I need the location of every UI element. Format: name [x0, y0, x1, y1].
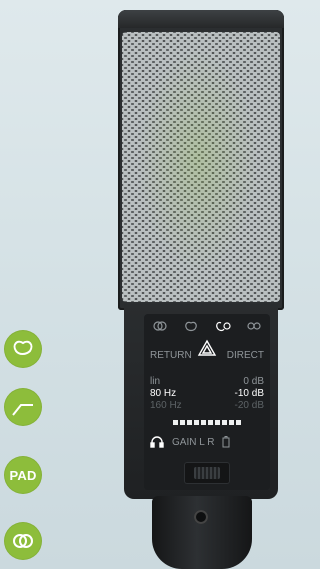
hp-filter-value: 0 dB	[243, 376, 264, 387]
microphone: RETURN DIRECT lin 0 dB 80 Hz -10 dB 160 …	[118, 0, 284, 569]
hp-filter-row[interactable]: 80 Hz -10 dB	[144, 388, 270, 400]
gain-label[interactable]: GAIN L R	[172, 437, 214, 448]
hypercardioid-pattern-icon[interactable]	[215, 320, 231, 332]
meter-segment	[236, 420, 241, 425]
high-pass-filter-list: lin 0 dB 80 Hz -10 dB 160 Hz -20 dB	[144, 376, 270, 412]
microphone-stem	[152, 496, 252, 569]
meter-segment	[222, 420, 227, 425]
hp-filter-label: 160 Hz	[150, 400, 182, 411]
meter-segment	[229, 420, 234, 425]
hp-filter-label: 80 Hz	[150, 388, 177, 399]
hp-filter-row[interactable]: 160 Hz -20 dB	[144, 400, 270, 412]
microphone-head	[118, 10, 284, 310]
return-direct-row: RETURN DIRECT	[144, 350, 270, 361]
headphones-icon[interactable]	[150, 436, 164, 448]
omni-figure8-icon[interactable]	[4, 522, 42, 560]
meter-segment	[187, 420, 192, 425]
meter-segment	[208, 420, 213, 425]
meter-segment	[173, 420, 178, 425]
polar-pattern-row	[144, 320, 270, 332]
gain-row: GAIN L R	[144, 436, 270, 448]
meter-segment	[215, 420, 220, 425]
meter-segment	[194, 420, 199, 425]
level-meter	[144, 420, 270, 425]
battery-icon	[222, 436, 230, 448]
microphone-top-cap	[118, 10, 284, 28]
omni-pattern-icon[interactable]	[152, 320, 168, 332]
hp-filter-value: -20 dB	[234, 400, 264, 411]
pad-button[interactable]: PAD	[4, 456, 42, 494]
hp-filter-row[interactable]: lin 0 dB	[144, 376, 270, 388]
microphone-grille	[122, 32, 280, 302]
pad-label: PAD	[9, 467, 37, 483]
meter-segment	[180, 420, 185, 425]
meter-segment	[201, 420, 206, 425]
control-panel: RETURN DIRECT lin 0 dB 80 Hz -10 dB 160 …	[144, 314, 270, 490]
control-wheel-grip	[194, 467, 220, 479]
return-label[interactable]: RETURN	[150, 350, 192, 361]
stem-screw	[194, 510, 208, 524]
control-wheel[interactable]	[184, 462, 230, 484]
hp-filter-value: -10 dB	[234, 388, 264, 399]
cardioid-pattern-icon[interactable]	[183, 320, 199, 332]
low-cut-filter-icon[interactable]	[4, 388, 42, 426]
cardioid-icon[interactable]	[4, 330, 42, 368]
hp-filter-label: lin	[150, 376, 161, 387]
figure8-pattern-icon[interactable]	[246, 320, 262, 332]
direct-label[interactable]: DIRECT	[227, 350, 264, 361]
microphone-body: RETURN DIRECT lin 0 dB 80 Hz -10 dB 160 …	[124, 304, 278, 499]
